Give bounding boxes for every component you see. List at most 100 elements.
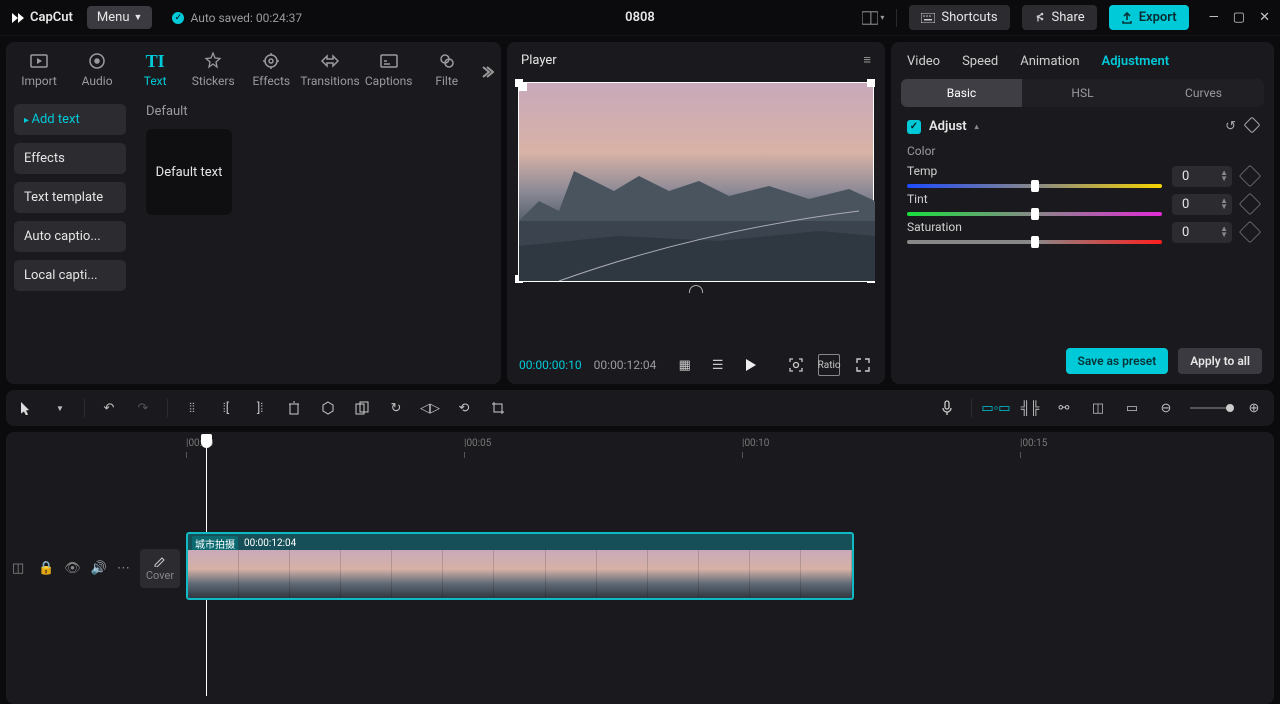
text-side-item[interactable]: Effects [14, 143, 126, 174]
subtab-basic[interactable]: Basic [901, 79, 1022, 107]
zoom-in-icon[interactable]: ⊕ [1244, 398, 1264, 418]
media-tab-text[interactable]: TIText [126, 48, 184, 96]
temp-value[interactable]: 0▲▼ [1172, 166, 1232, 187]
trim-left-tool[interactable]: ⦙[ [216, 398, 236, 418]
media-tab-effects[interactable]: Effects [242, 48, 300, 96]
check-icon: ✓ [172, 12, 184, 24]
subtab-hsl[interactable]: HSL [1022, 79, 1143, 107]
document-title[interactable]: 0808 [625, 10, 655, 25]
pointer-tool[interactable] [16, 398, 36, 418]
share-button[interactable]: Share [1022, 5, 1097, 30]
track-collapse-icon[interactable]: ◫ [12, 561, 28, 576]
scan-icon[interactable] [785, 354, 806, 376]
media-panel: ImportAudioTITextStickersEffectsTransiti… [6, 42, 501, 384]
tint-slider[interactable] [907, 212, 1162, 216]
top-right-controls: ▾ Shortcuts Share Export — ▢ ✕ [862, 5, 1270, 30]
keyframe-icon[interactable] [1244, 117, 1261, 134]
keyframe-button[interactable] [1239, 193, 1262, 216]
player-title: Player [521, 53, 557, 68]
category-label: Default [146, 104, 489, 119]
minimize-icon[interactable]: — [1209, 10, 1219, 25]
handle-icon[interactable] [689, 285, 703, 293]
media-tab-captions[interactable]: Captions [360, 48, 418, 96]
more-icon[interactable]: ⋯ [117, 561, 130, 576]
split-view-icon[interactable]: ◫ [1088, 398, 1108, 418]
inspector-tab-speed[interactable]: Speed [962, 54, 998, 69]
eye-icon[interactable]: 👁 [64, 561, 81, 576]
copy-tool[interactable] [352, 398, 372, 418]
layout-icon[interactable]: ▾ [862, 7, 884, 29]
maximize-icon[interactable]: ▢ [1233, 10, 1245, 25]
default-text-thumb[interactable]: Default text [146, 129, 232, 215]
share-icon [1034, 12, 1046, 24]
list-icon[interactable]: ☰ [707, 354, 728, 376]
inspector-tab-video[interactable]: Video [907, 54, 940, 69]
text-side-item[interactable]: Add text [14, 104, 126, 135]
timeline-toolbar: ▼ ↶ ↷ ⦙⦙ ⦙[ ]⦙ ↻ ◁▷ ⟲ ▭◦▭ ╣╠ ⚯ ◫ ▭ ⊖ ⊕ [6, 390, 1274, 426]
lock-icon[interactable]: 🔒 [38, 561, 54, 576]
saturation-slider[interactable] [907, 240, 1162, 244]
media-tab-audio[interactable]: Audio [68, 48, 126, 96]
media-tab-import[interactable]: Import [10, 48, 68, 96]
zoom-slider[interactable] [1190, 407, 1230, 409]
magnet-icon[interactable]: ▭◦▭ [986, 398, 1006, 418]
video-clip[interactable]: 城市拍摄 00:00:12:04 [186, 532, 854, 600]
mic-icon[interactable] [937, 398, 957, 418]
player-menu-icon[interactable]: ≡ [863, 52, 871, 68]
media-tabs: ImportAudioTITextStickersEffectsTransiti… [6, 42, 501, 96]
crop-tool[interactable] [488, 398, 508, 418]
trim-right-tool[interactable]: ]⦙ [250, 398, 270, 418]
temp-slider[interactable] [907, 184, 1162, 188]
play-button[interactable] [740, 354, 761, 376]
fullscreen-icon[interactable] [852, 354, 873, 376]
rotate-tool[interactable]: ⟲ [454, 398, 474, 418]
text-side-item[interactable]: Auto captio... [14, 221, 126, 252]
subtab-curves[interactable]: Curves [1143, 79, 1264, 107]
zoom-out-icon[interactable]: ⊖ [1156, 398, 1176, 418]
ruler-tick: |00:10 [742, 438, 769, 449]
slider-label: Tint [907, 192, 1162, 206]
collapse-icon[interactable]: ▴ [975, 122, 979, 131]
close-icon[interactable]: ✕ [1259, 10, 1270, 25]
keyframe-button[interactable] [1239, 165, 1262, 188]
redo-button[interactable]: ↷ [133, 398, 153, 418]
text-side-item[interactable]: Local capti... [14, 260, 126, 291]
split-tool[interactable]: ⦙⦙ [182, 398, 202, 418]
media-tab-transitions[interactable]: Transitions [300, 48, 359, 96]
export-icon [1121, 12, 1133, 24]
grid-icon[interactable]: ▦ [674, 354, 695, 376]
media-tab-stickers[interactable]: Stickers [184, 48, 242, 96]
preview-canvas[interactable] [518, 82, 874, 282]
menu-button[interactable]: Menu ▼ [87, 6, 153, 29]
tint-value[interactable]: 0▲▼ [1172, 194, 1232, 215]
shortcuts-button[interactable]: Shortcuts [909, 5, 1009, 30]
apply-all-button[interactable]: Apply to all [1178, 348, 1262, 374]
link-icon[interactable]: ⚯ [1054, 398, 1074, 418]
marker-tool[interactable] [318, 398, 338, 418]
ratio-button[interactable]: Ratio [818, 354, 840, 376]
reverse-tool[interactable]: ↻ [386, 398, 406, 418]
delete-tool[interactable] [284, 398, 304, 418]
media-tab-filte[interactable]: Filte [418, 48, 476, 96]
more-tabs-icon[interactable] [476, 64, 497, 80]
align-icon[interactable]: ╣╠ [1020, 398, 1040, 418]
save-preset-button[interactable]: Save as preset [1066, 348, 1169, 374]
undo-button[interactable]: ↶ [99, 398, 119, 418]
adjust-checkbox[interactable]: ✓ [907, 120, 921, 134]
text-side-item[interactable]: Text template [14, 182, 126, 213]
text-sidebar: Add text Effects Text template Auto captio.… [6, 96, 134, 384]
reset-icon[interactable]: ↺ [1225, 119, 1236, 134]
speaker-icon[interactable]: 🔊 [91, 561, 107, 576]
time-duration: 00:00:12:04 [594, 358, 657, 372]
saturation-value[interactable]: 0▲▼ [1172, 222, 1232, 243]
export-button[interactable]: Export [1109, 5, 1189, 30]
inspector-tabs: Video Speed Animation Adjustment [891, 42, 1274, 79]
keyframe-button[interactable] [1239, 221, 1262, 244]
preview-mon-icon[interactable]: ▭ [1122, 398, 1142, 418]
inspector-tab-animation[interactable]: Animation [1020, 54, 1079, 69]
time-current: 00:00:00:10 [519, 358, 582, 372]
slider-label: Saturation [907, 220, 1162, 234]
pointer-menu[interactable]: ▼ [50, 398, 70, 418]
inspector-tab-adjustment[interactable]: Adjustment [1102, 54, 1170, 69]
mirror-tool[interactable]: ◁▷ [420, 398, 440, 418]
